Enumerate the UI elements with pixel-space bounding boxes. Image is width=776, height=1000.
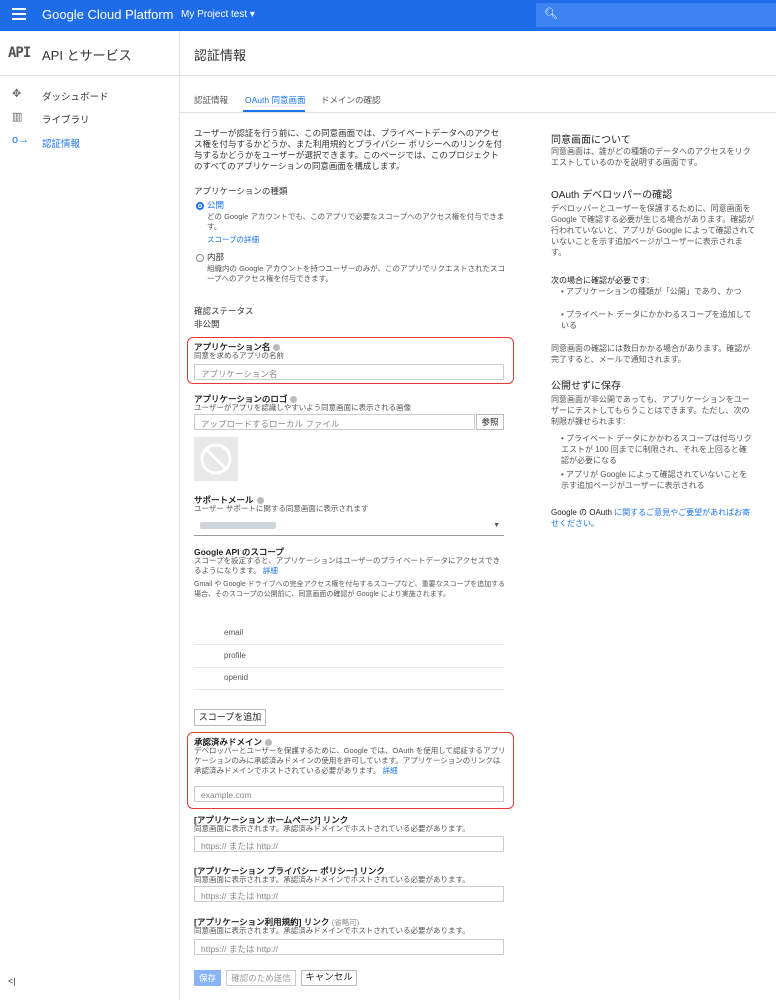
verification-needed-title: 次の場合に確認が必要です: <box>551 276 650 285</box>
browse-button[interactable]: 参照 <box>476 414 504 430</box>
tab-domain-verification[interactable]: ドメインの確認 <box>321 94 381 106</box>
app-name-placeholder: アプリケーション名 <box>201 369 278 379</box>
scope-row: email <box>194 622 504 645</box>
internal-label[interactable]: 内部 <box>207 252 224 263</box>
scopes-details-link[interactable]: 詳細 <box>263 566 278 575</box>
product-name[interactable]: Google Cloud Platform <box>42 7 174 22</box>
sidebar-header: API API とサービス <box>0 31 179 76</box>
save-unpublished-title: 公開せずに保存 <box>551 381 621 392</box>
api-logo: API <box>8 45 31 61</box>
add-scope-button[interactable]: スコープを追加 <box>194 709 266 726</box>
tos-desc: 同意画面に表示されます。承認済みドメインでホストされている必要があります。 <box>194 926 470 935</box>
scope-name: profile <box>224 651 246 660</box>
tab-oauth-consent[interactable]: OAuth 同意画面 <box>245 94 305 106</box>
oauth-verify-title: OAuth デベロッパーの確認 <box>551 190 673 201</box>
top-bar: Google Cloud Platform My Project test ▾ … <box>0 0 776 31</box>
homepage-input[interactable]: https:// または http:// <box>194 836 504 852</box>
submit-verification-button[interactable]: 確認のため送信 <box>226 970 296 986</box>
support-email-select[interactable]: ▼ <box>194 517 504 536</box>
tos-input[interactable]: https:// または http:// <box>194 939 504 955</box>
scope-row: openid <box>194 667 504 690</box>
sidebar-item-label: ライブラリ <box>42 115 90 126</box>
verification-label: 確認ステータス <box>194 306 254 316</box>
menu-icon[interactable] <box>12 8 26 22</box>
sidebar-item-label: ダッシュボード <box>42 92 109 103</box>
collapse-sidebar-icon[interactable]: <| <box>8 976 16 986</box>
library-icon: ▥ <box>12 111 23 123</box>
sidebar-item-dashboard[interactable]: ✥ ダッシュボード <box>0 84 179 106</box>
search-icon[interactable]: 🔍︎ <box>544 7 558 20</box>
save-unpublished-text: 同意画面が非公開であっても、アプリケーションをユーザーにテストしてもらうことはで… <box>551 395 750 426</box>
app-name-desc: 同意を求めるアプリの名前 <box>194 351 284 360</box>
homepage-placeholder: https:// または http:// <box>201 841 278 851</box>
search-bar[interactable]: 🔍︎ <box>536 3 776 27</box>
limit-item-text: プライベート データにかかわるスコープは付与リクエストが 100 回までに制限さ… <box>561 434 752 465</box>
homepage-desc: 同意画面に表示されます。承認済みドメインでホストされている必要があります。 <box>194 824 470 833</box>
intro-text: ユーザーが認証を行う前に、この同意画面では、プライベートデータへのアクセス権を付… <box>194 128 503 171</box>
dropdown-arrow-icon: ▼ <box>493 522 500 529</box>
feedback-text: Google の OAuth に関するご意見やご要望があればお寄せください。 <box>551 507 756 529</box>
public-label[interactable]: 公開 <box>207 200 224 211</box>
app-type-label: アプリケーションの種類 <box>194 186 288 196</box>
project-selector[interactable]: My Project test ▾ <box>181 9 255 20</box>
authorized-domains-desc: デベロッパーとユーザーを保護するために、Google では、OAuth を使用し… <box>194 746 506 776</box>
sidebar-title: API とサービス <box>42 48 132 63</box>
app-logo-desc: ユーザーがアプリを認識しやすいよう同意画面に表示される画像 <box>194 403 412 412</box>
scope-details-link[interactable]: スコープの詳細 <box>207 235 259 245</box>
support-email-desc: ユーザー サポートに関する同意画面に表示されます <box>194 504 369 513</box>
no-image-icon <box>200 443 232 475</box>
domain-input[interactable]: example.com <box>194 786 504 802</box>
tab-divider <box>180 112 776 113</box>
privacy-placeholder: https:// または http:// <box>201 891 278 901</box>
dashboard-icon: ✥ <box>12 88 22 100</box>
sidebar-item-library[interactable]: ▥ ライブラリ <box>0 107 179 129</box>
verification-value: 非公開 <box>194 319 220 329</box>
app-name-input[interactable]: アプリケーション名 <box>194 364 504 380</box>
about-consent-text: 同意画面は、誰がどの種類のデータへのアクセスをリクエストしているのかを説明する画… <box>551 147 751 167</box>
need-item-text: アプリケーションの種類が「公開」であり、かつ <box>566 287 742 296</box>
limit-item-text: アプリが Google によって確認されていないことを示す追加ページがユーザーに… <box>561 470 748 490</box>
feedback-prefix: Google の OAuth <box>551 508 615 517</box>
oauth-verify-text: デベロッパーとユーザーを保護するために、同意画面を Google で確認する必要… <box>551 204 756 257</box>
need-item: • アプリケーションの種類が「公開」であり、かつ <box>561 287 742 296</box>
scopes-desc: スコープを設定すると、アプリケーションはユーザーのプライベートデータにアクセスで… <box>194 556 506 576</box>
limit-item: • アプリが Google によって確認されていないことを示す追加ページがユーザ… <box>561 470 748 490</box>
privacy-desc: 同意画面に表示されます。承認済みドメインでホストされている必要があります。 <box>194 875 470 884</box>
scope-row: profile <box>194 645 504 668</box>
tos-placeholder: https:// または http:// <box>201 944 278 954</box>
domains-details-link[interactable]: 詳細 <box>383 766 398 775</box>
sidebar-item-label: 認証情報 <box>42 139 81 150</box>
scope-name: openid <box>224 673 249 682</box>
save-button[interactable]: 保存 <box>194 970 221 986</box>
key-icon: o→ <box>12 134 30 146</box>
logo-file-input[interactable]: アップロードするローカル ファイル <box>194 414 475 430</box>
internal-desc: 組織内の Google アカウントを持つユーザーのみが、このアプリでリクエストさ… <box>207 264 506 283</box>
redacted-email <box>200 522 276 529</box>
page-title: 認証情報 <box>194 48 247 63</box>
sidebar-item-credentials[interactable]: o→ 認証情報 <box>0 131 179 153</box>
need-item: • プライベート データにかかわるスコープを追加している <box>561 310 752 330</box>
verification-days-text: 同意画面の確認には数日かかる場合があります。確認が完了すると、メールで通知されま… <box>551 344 751 364</box>
public-radio[interactable] <box>196 202 204 210</box>
cancel-button[interactable]: キャンセル <box>301 970 357 986</box>
need-item-text: プライベート データにかかわるスコープを追加している <box>561 310 752 330</box>
tab-credentials[interactable]: 認証情報 <box>194 94 228 106</box>
public-desc: どの Google アカウントでも、このアプリで必要なスコープへのアクセス権を付… <box>207 212 505 231</box>
scope-name: email <box>224 628 244 637</box>
authorized-domains-desc-text: デベロッパーとユーザーを保護するために、Google では、OAuth を使用し… <box>194 746 506 775</box>
logo-file-placeholder: アップロードするローカル ファイル <box>201 419 340 429</box>
page-header: 認証情報 <box>180 31 776 76</box>
privacy-input[interactable]: https:// または http:// <box>194 886 504 902</box>
internal-radio[interactable] <box>196 254 204 262</box>
limit-item: • プライベート データにかかわるスコープは付与リクエストが 100 回までに制… <box>561 434 752 465</box>
sidebar: API API とサービス ✥ ダッシュボード ▥ ライブラリ o→ 認証情報 <box>0 31 180 1000</box>
scopes-desc-text: スコープを設定すると、アプリケーションはユーザーのプライベートデータにアクセスで… <box>194 556 501 575</box>
domain-placeholder: example.com <box>201 790 252 800</box>
scopes-note: Gmail や Google ドライブへの完全アクセス権を付与するスコープなど、… <box>194 581 506 598</box>
logo-preview <box>194 437 238 481</box>
about-consent-title: 同意画面について <box>551 135 631 146</box>
